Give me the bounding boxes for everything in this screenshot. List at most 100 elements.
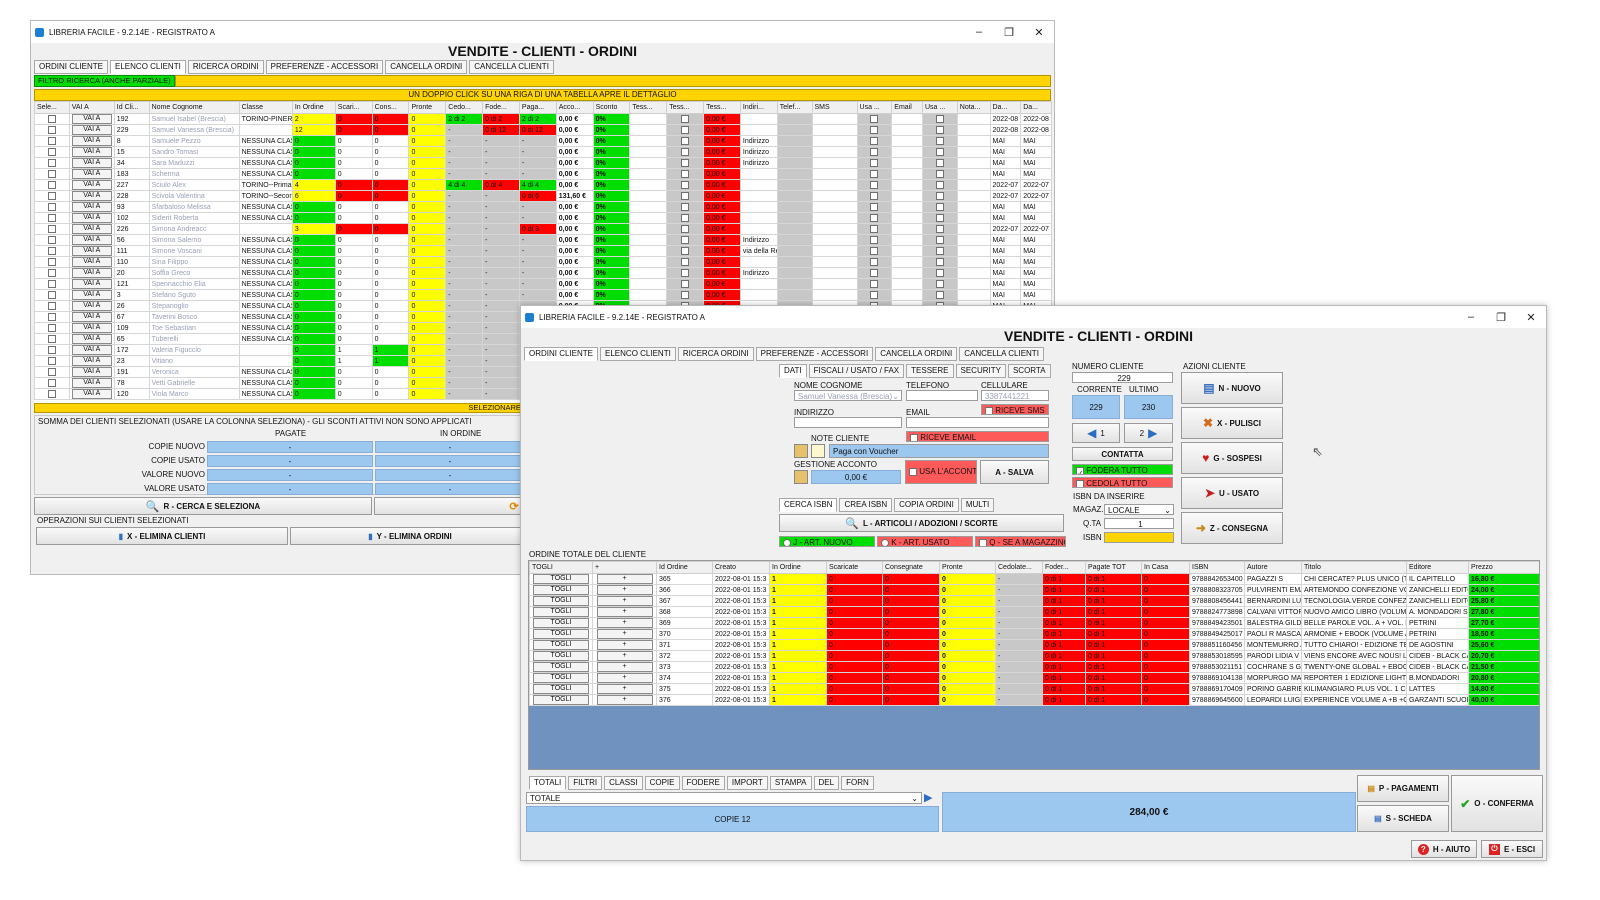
usa-sms-checkbox[interactable] bbox=[870, 192, 879, 200]
usa-email-checkbox[interactable] bbox=[935, 148, 944, 156]
se-magazzino-checkbox[interactable]: Q - SE A MAGAZZINO bbox=[975, 536, 1066, 547]
usa-sms-checkbox[interactable] bbox=[870, 115, 879, 123]
azione-button[interactable]: ✖ X - PULISCI bbox=[1181, 407, 1283, 439]
cellulare-field[interactable]: 3387441221 bbox=[981, 390, 1049, 401]
tab-forn[interactable]: FORN bbox=[841, 776, 874, 790]
tessera-checkbox[interactable] bbox=[681, 280, 690, 288]
note-edit-icon[interactable] bbox=[811, 444, 825, 458]
select-cell[interactable] bbox=[34, 289, 70, 301]
vai-a-button[interactable]: VAI A bbox=[71, 180, 112, 190]
cedola-tutto-checkbox[interactable]: CEDOLA TUTTO bbox=[1072, 477, 1173, 488]
usa-email-checkbox[interactable] bbox=[935, 258, 944, 266]
select-checkbox[interactable] bbox=[47, 192, 56, 200]
select-cell[interactable] bbox=[34, 245, 70, 257]
column-header[interactable]: Prezzo bbox=[1468, 561, 1539, 574]
select-checkbox[interactable] bbox=[47, 137, 56, 145]
select-checkbox[interactable] bbox=[47, 335, 56, 343]
vai-a-button[interactable]: VAI A bbox=[71, 290, 112, 300]
vai-a-button[interactable]: VAI A bbox=[71, 257, 112, 267]
lock-icon[interactable] bbox=[794, 444, 808, 458]
usa-sms-checkbox[interactable] bbox=[870, 126, 879, 134]
vai-a-button[interactable]: VAI A bbox=[71, 378, 112, 388]
client-row[interactable]: VAI A 192 Samuel Isabel (Brescia) TORINO-PI… bbox=[34, 113, 1052, 125]
client-row[interactable]: VAI A 228 Scivola Valentina TORINO--Secor 6 0… bbox=[34, 190, 1052, 202]
usa-email-checkbox[interactable] bbox=[935, 203, 944, 211]
pagamenti-button[interactable]: ▤ P - PAGAMENTI bbox=[1357, 775, 1449, 802]
order-row[interactable]: TOGLI +371 2022-08-01 15:3 1 0 0 0-0 di 10 di … bbox=[529, 639, 1539, 651]
select-checkbox[interactable] bbox=[47, 313, 56, 321]
column-header[interactable]: Acco... bbox=[555, 101, 594, 114]
email-field[interactable] bbox=[906, 417, 1049, 428]
column-header[interactable]: Editore bbox=[1406, 561, 1469, 574]
usa-sms-checkbox[interactable] bbox=[870, 203, 879, 211]
togli-button[interactable]: TOGLI bbox=[533, 684, 589, 694]
column-header[interactable]: Da... bbox=[1020, 101, 1052, 114]
select-checkbox[interactable] bbox=[47, 346, 56, 354]
select-cell[interactable] bbox=[34, 146, 70, 158]
usa-sms-checkbox[interactable] bbox=[870, 225, 879, 233]
usa-email-checkbox[interactable] bbox=[935, 214, 944, 222]
isbn-field[interactable] bbox=[1104, 532, 1174, 543]
usa-sms-checkbox[interactable] bbox=[870, 159, 879, 167]
column-header[interactable]: Nota... bbox=[956, 101, 991, 114]
togli-button[interactable]: TOGLI bbox=[533, 651, 589, 661]
column-header[interactable]: Scaricate bbox=[826, 561, 883, 574]
tab-tessere[interactable]: TESSERE bbox=[906, 364, 954, 378]
plus-button[interactable]: + bbox=[596, 640, 653, 650]
usa-sms-checkbox[interactable] bbox=[870, 214, 879, 222]
plus-button[interactable]: + bbox=[596, 695, 653, 705]
plus-button[interactable]: + bbox=[596, 574, 653, 584]
tessera-checkbox[interactable] bbox=[681, 170, 690, 178]
select-cell[interactable] bbox=[34, 124, 70, 136]
search-select-button[interactable]: 🔍 R - CERCA E SELEZIONA bbox=[34, 497, 372, 515]
client-row[interactable]: VAI A 229 Samuel Vanessa (Brescia) 12 0 0 0-0 … bbox=[34, 124, 1052, 136]
usa-email-checkbox[interactable] bbox=[935, 159, 944, 167]
acconto-field[interactable]: 0,00 € bbox=[811, 470, 901, 484]
plus-button[interactable]: + bbox=[596, 618, 653, 628]
order-row[interactable]: TOGLI +366 2022-08-01 15:3 1 0 0 0-0 di 10 di … bbox=[529, 584, 1539, 596]
column-header[interactable]: Telef... bbox=[776, 101, 813, 114]
togli-button[interactable]: TOGLI bbox=[533, 695, 589, 705]
order-row[interactable]: TOGLI +376 2022-08-01 15:3 1 0 0 0-0 di 10 di … bbox=[529, 694, 1539, 706]
tessera-checkbox[interactable] bbox=[681, 214, 690, 222]
tessera-checkbox[interactable] bbox=[681, 148, 690, 156]
select-cell[interactable] bbox=[34, 256, 70, 268]
vai-a-button[interactable]: VAI A bbox=[71, 279, 112, 289]
vai-a-button[interactable]: VAI A bbox=[71, 356, 112, 366]
column-header[interactable]: Pronte bbox=[408, 101, 447, 114]
usa-sms-checkbox[interactable] bbox=[870, 148, 879, 156]
order-row[interactable]: TOGLI +369 2022-08-01 15:3 1 0 0 0-0 di 10 di … bbox=[529, 617, 1539, 629]
tab-del[interactable]: DEL bbox=[813, 776, 840, 790]
select-checkbox[interactable] bbox=[47, 236, 56, 244]
vai-a-button[interactable]: VAI A bbox=[71, 345, 112, 355]
vai-a-button[interactable]: VAI A bbox=[71, 158, 112, 168]
salva-button[interactable]: A - SALVA bbox=[980, 460, 1049, 484]
tessera-checkbox[interactable] bbox=[681, 225, 690, 233]
plus-button[interactable]: + bbox=[596, 684, 653, 694]
select-cell[interactable] bbox=[34, 157, 70, 169]
riceve-email-checkbox[interactable]: RICEVE EMAIL bbox=[906, 431, 1049, 442]
usa-sms-checkbox[interactable] bbox=[870, 247, 879, 255]
column-header[interactable]: Usa ... bbox=[921, 101, 958, 114]
select-cell[interactable] bbox=[34, 311, 70, 323]
tab-multi[interactable]: MULTI bbox=[960, 498, 995, 512]
column-header[interactable]: Tess... bbox=[629, 101, 668, 114]
usa-email-checkbox[interactable] bbox=[935, 181, 944, 189]
column-header[interactable]: SMS bbox=[811, 101, 858, 114]
select-checkbox[interactable] bbox=[47, 126, 56, 134]
select-cell[interactable] bbox=[34, 179, 70, 191]
articoli-button[interactable]: 🔍 L - ARTICOLI / ADOZIONI / SCORTE bbox=[779, 514, 1064, 532]
usa-sms-checkbox[interactable] bbox=[870, 170, 879, 178]
tab-dati[interactable]: DATI bbox=[779, 364, 807, 378]
vai-a-button[interactable]: VAI A bbox=[71, 312, 112, 322]
select-checkbox[interactable] bbox=[47, 291, 56, 299]
tessera-checkbox[interactable] bbox=[681, 159, 690, 167]
select-cell[interactable] bbox=[34, 201, 70, 213]
next-client-button[interactable]: 2 ▶ bbox=[1124, 423, 1173, 443]
usa-email-checkbox[interactable] bbox=[935, 247, 944, 255]
select-checkbox[interactable] bbox=[47, 302, 56, 310]
tessera-checkbox[interactable] bbox=[681, 258, 690, 266]
column-header[interactable]: TOGLI bbox=[529, 561, 593, 574]
telefono-field[interactable] bbox=[906, 390, 978, 401]
usa-sms-checkbox[interactable] bbox=[870, 137, 879, 145]
